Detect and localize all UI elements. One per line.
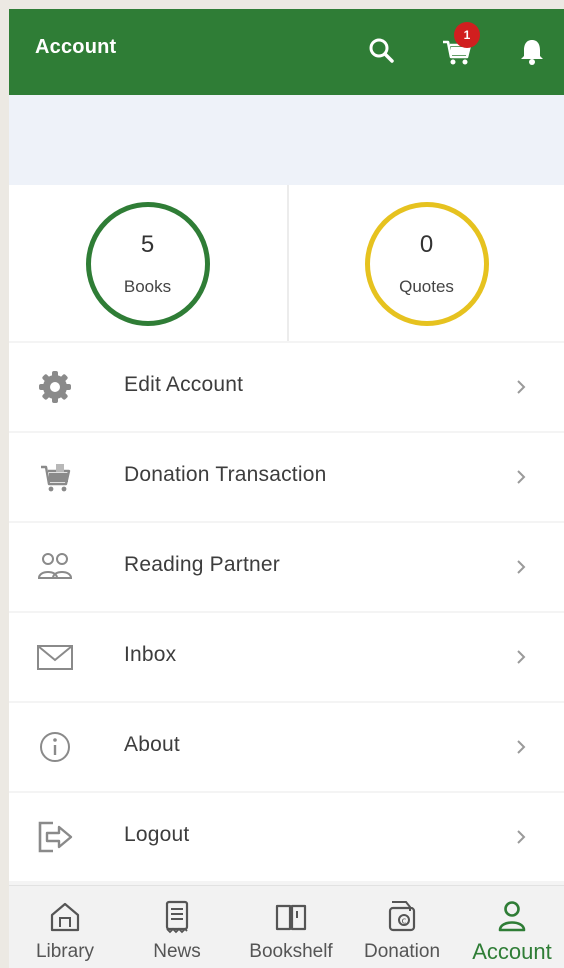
envelope-icon xyxy=(37,645,73,670)
menu-item-label: Inbox xyxy=(124,643,177,666)
tab-label-active: Account xyxy=(472,939,552,964)
book-icon xyxy=(275,904,307,931)
chevron-right-icon xyxy=(517,380,526,394)
chevron-right-icon xyxy=(517,740,526,754)
quotes-stat[interactable]: 0 Quotes xyxy=(287,185,564,341)
menu-item-label: Logout xyxy=(124,823,190,846)
search-icon[interactable] xyxy=(364,33,400,69)
menu-item-label: Donation Transaction xyxy=(124,463,327,486)
books-stat[interactable]: 5 Books xyxy=(9,185,286,341)
tab-label: Bookshelf xyxy=(249,941,333,962)
tab-label: News xyxy=(153,941,201,962)
quotes-count: 0 xyxy=(419,231,434,258)
app-header: Account 1 xyxy=(9,9,564,95)
menu-item-logout[interactable]: Logout xyxy=(9,793,564,881)
menu-item-inbox[interactable]: Inbox xyxy=(9,613,564,701)
user-icon xyxy=(498,901,526,932)
wallet-icon: c xyxy=(388,901,416,932)
logout-icon xyxy=(38,821,73,853)
tab-donation[interactable]: c Donation xyxy=(350,886,454,968)
quotes-label: Quotes xyxy=(399,277,454,296)
bottom-navigation: Library News Bookshelf c Donation Accoun… xyxy=(9,885,564,968)
stats-panel: 5 Books 0 Quotes xyxy=(9,185,564,341)
tab-label: Library xyxy=(35,941,95,962)
tab-library[interactable]: Library xyxy=(13,886,117,968)
tab-account[interactable]: Account xyxy=(460,886,564,968)
profile-banner xyxy=(9,95,564,185)
menu-item-donation-transaction[interactable]: Donation Transaction xyxy=(9,433,564,521)
gear-icon xyxy=(39,371,71,403)
info-icon xyxy=(40,732,70,762)
books-label: Books xyxy=(123,277,172,296)
books-ring: 5 Books xyxy=(85,202,210,326)
chevron-right-icon xyxy=(517,560,526,574)
menu-item-edit-account[interactable]: Edit Account xyxy=(9,343,564,431)
page-title: Account xyxy=(35,36,117,58)
menu-item-reading-partner[interactable]: Reading Partner xyxy=(9,523,564,611)
tab-bookshelf[interactable]: Bookshelf xyxy=(239,886,343,968)
chevron-right-icon xyxy=(517,650,526,664)
menu-item-label: About xyxy=(124,733,180,756)
quotes-ring: 0 Quotes xyxy=(364,202,489,326)
news-icon xyxy=(165,900,189,934)
menu-item-about[interactable]: About xyxy=(9,703,564,791)
chevron-right-icon xyxy=(517,470,526,484)
books-count: 5 xyxy=(140,231,155,258)
account-menu: Edit Account Donation Transaction Readin… xyxy=(9,343,564,883)
tab-label: Donation xyxy=(363,941,441,962)
people-icon xyxy=(37,553,73,579)
cart-icon xyxy=(41,464,71,492)
cart-badge: 1 xyxy=(454,22,480,48)
menu-item-label: Edit Account xyxy=(124,373,244,396)
tab-news[interactable]: News xyxy=(125,886,229,968)
home-icon xyxy=(50,902,80,932)
chevron-right-icon xyxy=(517,830,526,844)
app-frame: Account 1 5 Books 0 Quotes Edit Account … xyxy=(9,9,564,968)
menu-item-label: Reading Partner xyxy=(124,553,280,576)
bell-icon[interactable] xyxy=(514,33,550,69)
svg-text:c: c xyxy=(402,917,407,927)
